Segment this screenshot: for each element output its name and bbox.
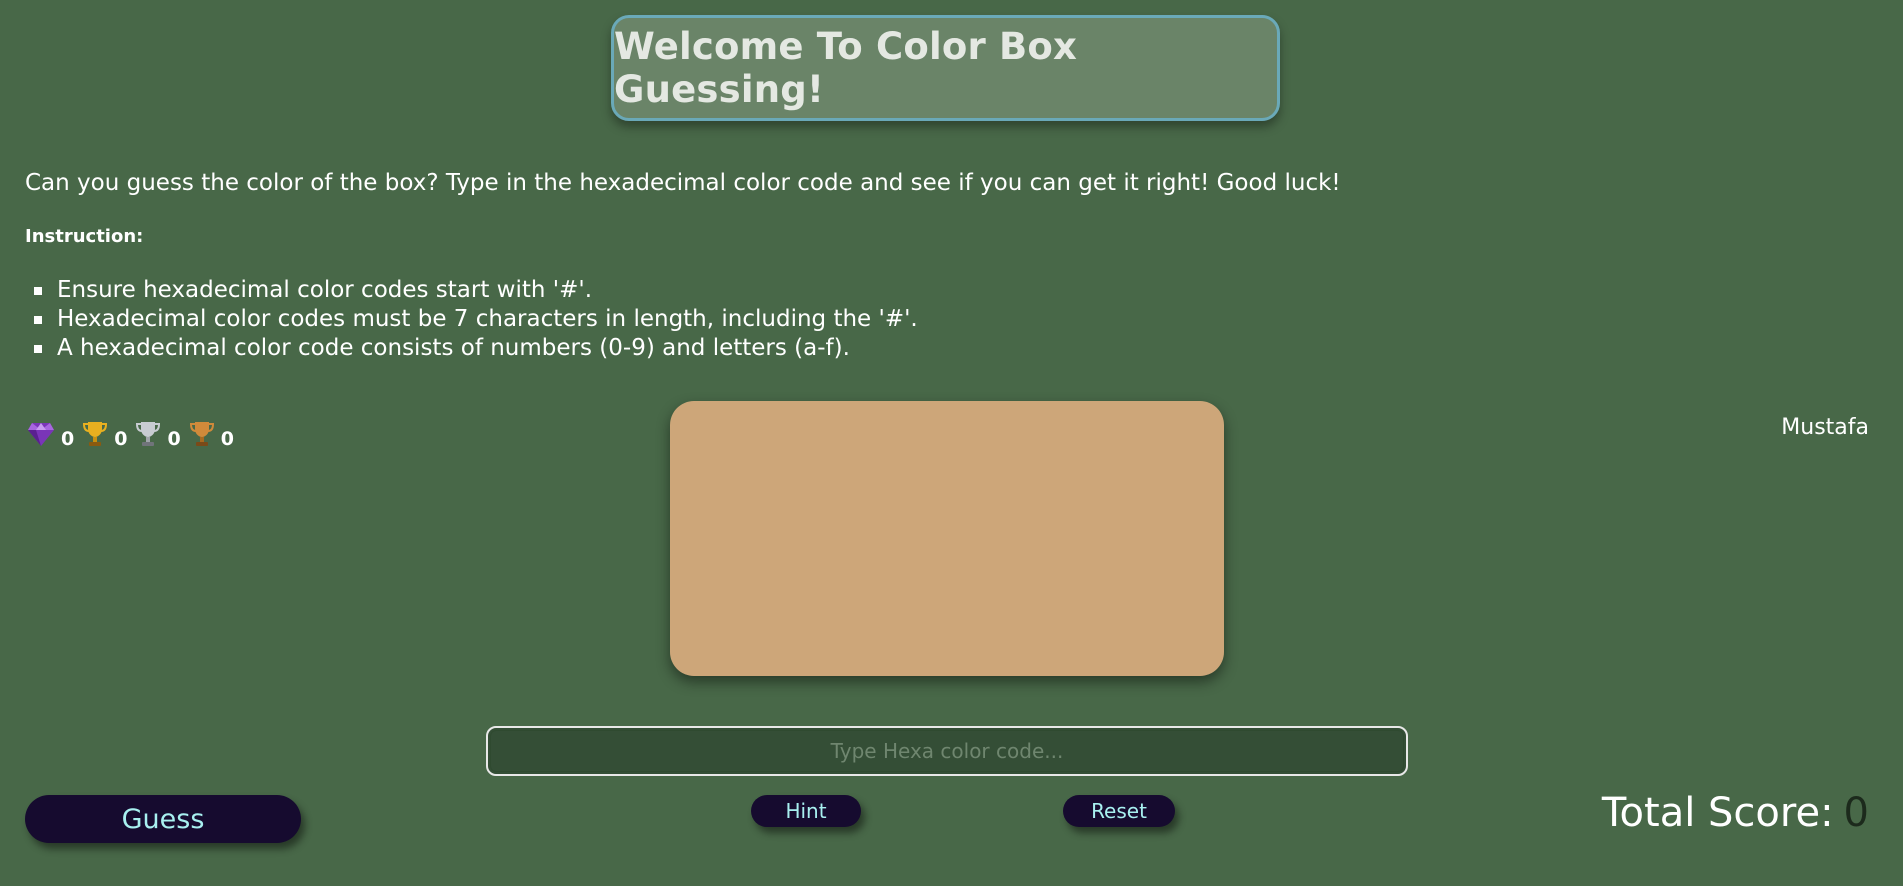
hex-color-input[interactable]: [486, 726, 1408, 776]
gem-count: 0: [61, 428, 75, 450]
gem-icon: [27, 419, 55, 447]
gem-counter: 0: [27, 419, 75, 450]
color-box: [670, 401, 1224, 676]
page-title: Welcome To Color Box Guessing!: [614, 25, 1078, 111]
gold-trophy-counter: 0: [82, 419, 128, 450]
silver-trophy-counter: 0: [135, 419, 181, 450]
gold-trophy-count: 0: [114, 428, 128, 450]
username: Mustafa: [1781, 415, 1869, 440]
total-score-value: 0: [1843, 790, 1869, 836]
bronze-trophy-count: 0: [220, 428, 234, 450]
intro-text: Can you guess the color of the box? Type…: [25, 170, 1341, 196]
total-score: Total Score: 0: [1602, 790, 1869, 836]
instruction-item: Hexadecimal color codes must be 7 charac…: [25, 305, 918, 334]
instructions-heading: Instruction:: [25, 226, 144, 247]
instruction-item: Ensure hexadecimal color codes start wit…: [25, 276, 918, 305]
bronze-trophy-counter: 0: [189, 419, 234, 450]
silver-trophy-icon: [135, 419, 161, 447]
title-banner: Welcome To Color Box Guessing!: [611, 15, 1280, 121]
reset-button[interactable]: Reset: [1063, 795, 1175, 827]
page: Welcome To Color Box Guessing! Can you g…: [0, 0, 1903, 886]
bronze-trophy-icon: [189, 419, 215, 447]
silver-trophy-count: 0: [167, 428, 181, 450]
trophy-counters: 0 0 0 0: [27, 417, 242, 450]
instructions-list: Ensure hexadecimal color codes start wit…: [25, 276, 918, 363]
hint-button[interactable]: Hint: [751, 795, 861, 827]
gold-trophy-icon: [82, 419, 108, 447]
total-score-label: Total Score:: [1601, 790, 1834, 836]
instruction-item: A hexadecimal color code consists of num…: [25, 334, 918, 363]
guess-button[interactable]: Guess: [25, 795, 301, 843]
